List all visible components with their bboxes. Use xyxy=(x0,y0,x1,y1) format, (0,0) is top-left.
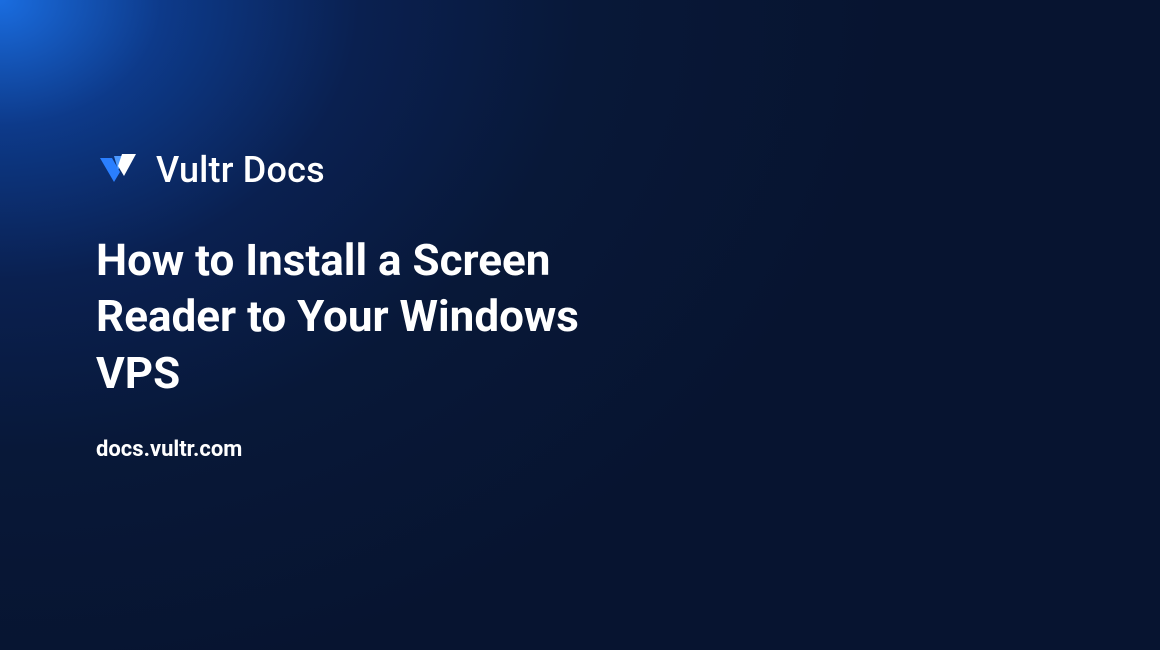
brand-name: Vultr Docs xyxy=(156,149,325,191)
brand-row: Vultr Docs xyxy=(96,148,656,192)
vultr-logo-icon xyxy=(96,148,140,192)
page-title: How to Install a Screen Reader to Your W… xyxy=(96,232,656,401)
domain-text: docs.vultr.com xyxy=(96,437,656,462)
content-container: Vultr Docs How to Install a Screen Reade… xyxy=(96,148,656,462)
